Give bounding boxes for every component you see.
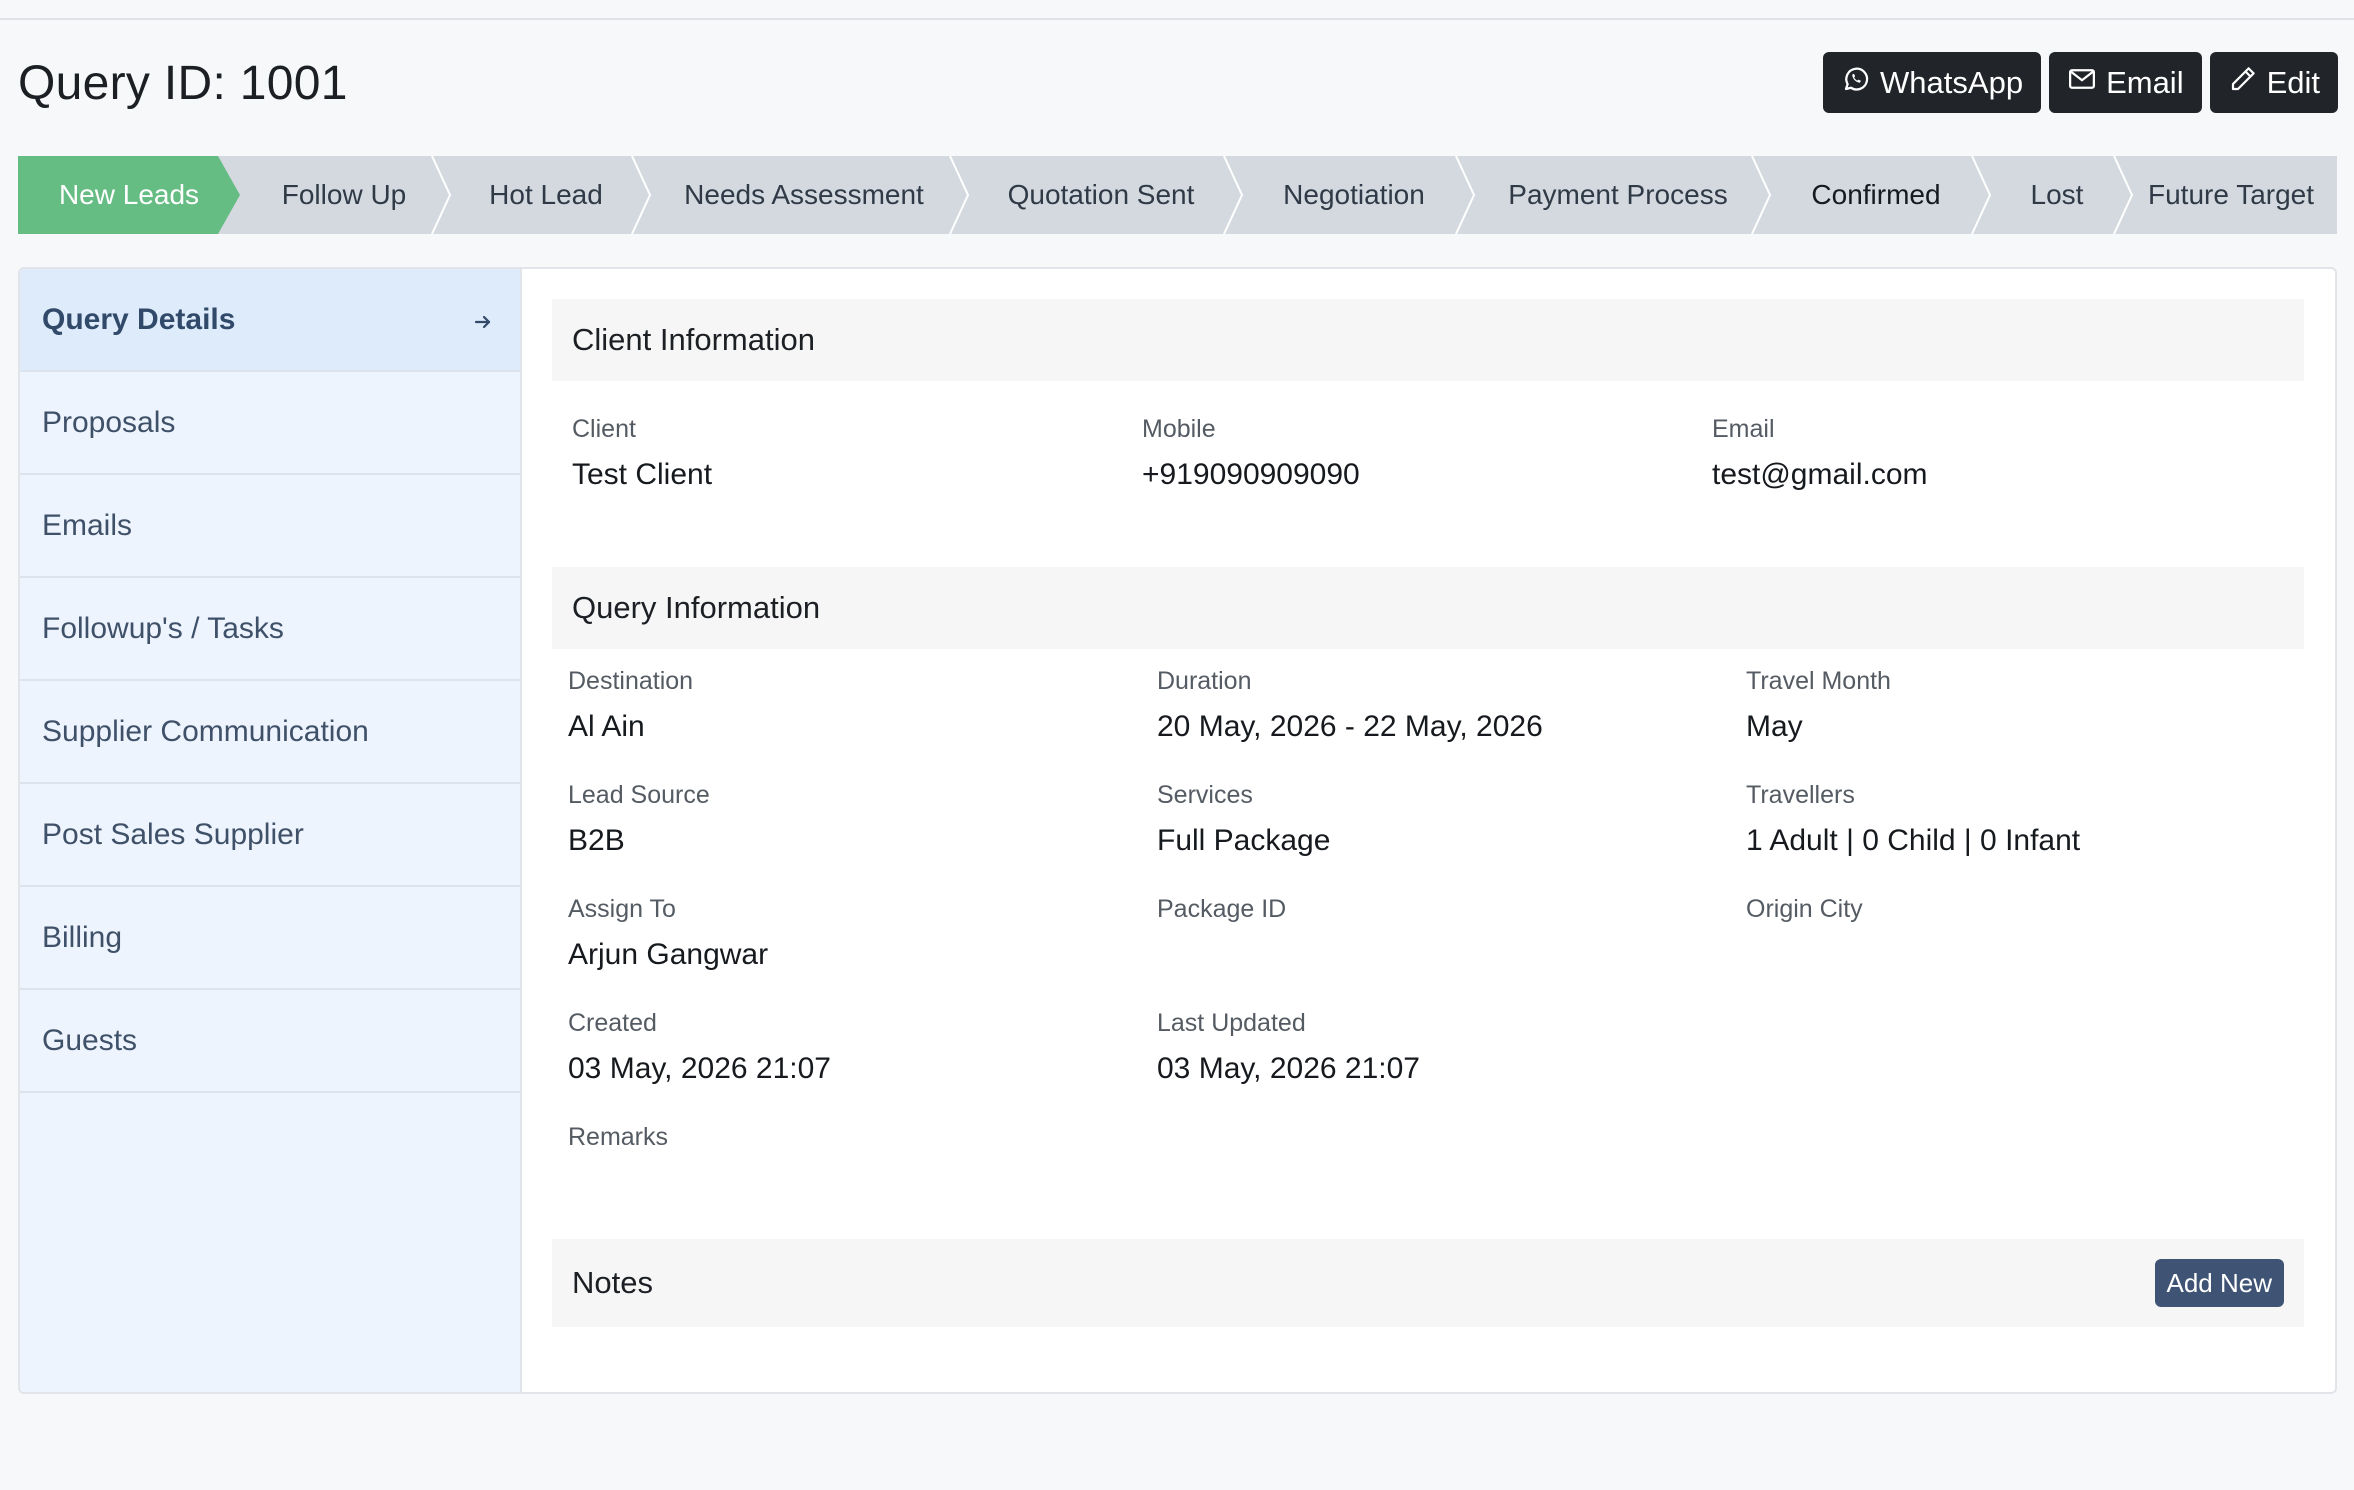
field-client: Client Test Client [572, 415, 712, 492]
field-email: Email test@gmail.com [1712, 415, 1928, 492]
field-value: Test Client [572, 458, 713, 491]
sidebar-item-emails[interactable]: Emails [20, 475, 520, 578]
field-value: 1 Adult | 0 Child | 0 Infant [1746, 824, 2081, 857]
stage-payment-process[interactable]: Payment Process [1470, 156, 1766, 234]
sidebar-item-billing[interactable]: Billing [20, 887, 520, 990]
email-button[interactable]: Email [2049, 52, 2202, 113]
field-value: Arjun Gangwar [568, 938, 769, 971]
field-label: Travellers [1746, 781, 1855, 809]
pipeline-stages: New Leads Follow Up Hot Lead Needs Asses… [18, 156, 2337, 234]
client-info-header: Client Information [552, 299, 2304, 381]
field-label: Assign To [568, 895, 676, 923]
field-value: 20 May, 2026 - 22 May, 2026 [1157, 710, 1543, 743]
stage-lost[interactable]: Lost [1986, 156, 2128, 234]
field-label: Remarks [568, 1123, 669, 1151]
field-value: Full Package [1157, 824, 1331, 857]
section-title: Client Information [572, 322, 815, 357]
sidebar-item-label: Supplier Communication [42, 714, 369, 748]
whatsapp-button-label: WhatsApp [1880, 64, 2024, 100]
field-value: +919090909090 [1142, 458, 1360, 491]
stage-new-leads[interactable]: New Leads [18, 156, 240, 234]
field-value: 03 May, 2026 21:07 [568, 1052, 831, 1085]
sidebar-item-query-details[interactable]: Query Details [20, 269, 520, 372]
stage-negotiation[interactable]: Negotiation [1238, 156, 1470, 234]
query-info-header: Query Information [552, 567, 2304, 649]
sidebar-item-label: Proposals [42, 405, 176, 439]
page-title: Query ID: 1001 [18, 57, 348, 110]
header-actions: WhatsApp Email Edit [1823, 52, 2338, 113]
sidebar-item-label: Billing [42, 920, 123, 954]
add-note-button[interactable]: Add New [2154, 1259, 2284, 1307]
field-value: B2B [568, 824, 625, 857]
field-package-id: Package ID [1157, 895, 1286, 924]
notes-header: Notes Add New [552, 1239, 2304, 1327]
stage-follow-up[interactable]: Follow Up [240, 156, 448, 234]
stage-future-target[interactable]: Future Target [2128, 156, 2337, 234]
field-label: Lead Source [568, 781, 710, 809]
field-label: Email [1712, 415, 1775, 443]
field-travellers: Travellers 1 Adult | 0 Child | 0 Infant [1746, 781, 2080, 858]
field-label: Origin City [1746, 895, 1863, 923]
field-value: 03 May, 2026 21:07 [1157, 1052, 1420, 1085]
field-origin-city: Origin City [1746, 895, 1863, 924]
sidebar-item-followups-tasks[interactable]: Followup's / Tasks [20, 578, 520, 681]
sidebar-item-label: Emails [42, 508, 133, 542]
stage-confirmed[interactable]: Confirmed [1766, 156, 1986, 234]
field-label: Duration [1157, 667, 1252, 695]
field-label: Last Updated [1157, 1009, 1306, 1037]
query-info-fields: Destination Al Ain Duration 20 May, 2026… [552, 649, 2304, 1239]
field-value: test@gmail.com [1712, 458, 1928, 491]
section-title: Notes [572, 1265, 653, 1300]
sidebar-item-label: Followup's / Tasks [42, 611, 284, 645]
query-card: Query Details Proposals Emails Followup'… [18, 267, 2337, 1394]
sidebar-item-label: Guests [42, 1023, 138, 1057]
field-label: Services [1157, 781, 1253, 809]
field-remarks: Remarks [568, 1123, 668, 1152]
sidebar-item-post-sales-supplier[interactable]: Post Sales Supplier [20, 784, 520, 887]
field-lead-source: Lead Source B2B [568, 781, 710, 858]
field-label: Travel Month [1746, 667, 1891, 695]
whatsapp-icon [1841, 64, 1871, 102]
field-last-updated: Last Updated 03 May, 2026 21:07 [1157, 1009, 1420, 1086]
field-mobile: Mobile +919090909090 [1142, 415, 1360, 492]
field-assign-to: Assign To Arjun Gangwar [568, 895, 768, 972]
field-label: Created [568, 1009, 657, 1037]
top-divider [0, 18, 2354, 20]
sidebar-item-guests[interactable]: Guests [20, 990, 520, 1093]
field-label: Package ID [1157, 895, 1287, 923]
field-label: Client [572, 415, 636, 443]
pencil-icon [2228, 64, 2258, 102]
sidebar-item-label: Post Sales Supplier [42, 817, 304, 851]
whatsapp-button[interactable]: WhatsApp [1823, 52, 2042, 113]
field-duration: Duration 20 May, 2026 - 22 May, 2026 [1157, 667, 1543, 744]
field-travel-month: Travel Month May [1746, 667, 1891, 744]
sidebar-item-proposals[interactable]: Proposals [20, 372, 520, 475]
field-value: May [1746, 710, 1803, 743]
field-destination: Destination Al Ain [568, 667, 693, 744]
stage-quotation-sent[interactable]: Quotation Sent [964, 156, 1238, 234]
sidebar-item-label: Query Details [42, 302, 236, 336]
field-label: Destination [568, 667, 694, 695]
edit-button-label: Edit [2266, 64, 2320, 100]
email-button-label: Email [2106, 64, 2184, 100]
field-services: Services Full Package [1157, 781, 1330, 858]
arrow-right-icon [472, 307, 494, 329]
stage-hot-lead[interactable]: Hot Lead [448, 156, 644, 234]
edit-button[interactable]: Edit [2209, 52, 2338, 113]
section-title: Query Information [572, 590, 821, 625]
sidebar: Query Details Proposals Emails Followup'… [20, 269, 522, 1392]
field-label: Mobile [1142, 415, 1216, 443]
stage-needs-assessment[interactable]: Needs Assessment [644, 156, 964, 234]
envelope-icon [2067, 64, 2097, 102]
main-content: Client Information Client Test Client Mo… [552, 299, 2304, 1327]
field-created: Created 03 May, 2026 21:07 [568, 1009, 831, 1086]
field-value: Al Ain [568, 710, 645, 743]
client-info-fields: Client Test Client Mobile +919090909090 … [552, 381, 2304, 567]
sidebar-item-supplier-communication[interactable]: Supplier Communication [20, 681, 520, 784]
